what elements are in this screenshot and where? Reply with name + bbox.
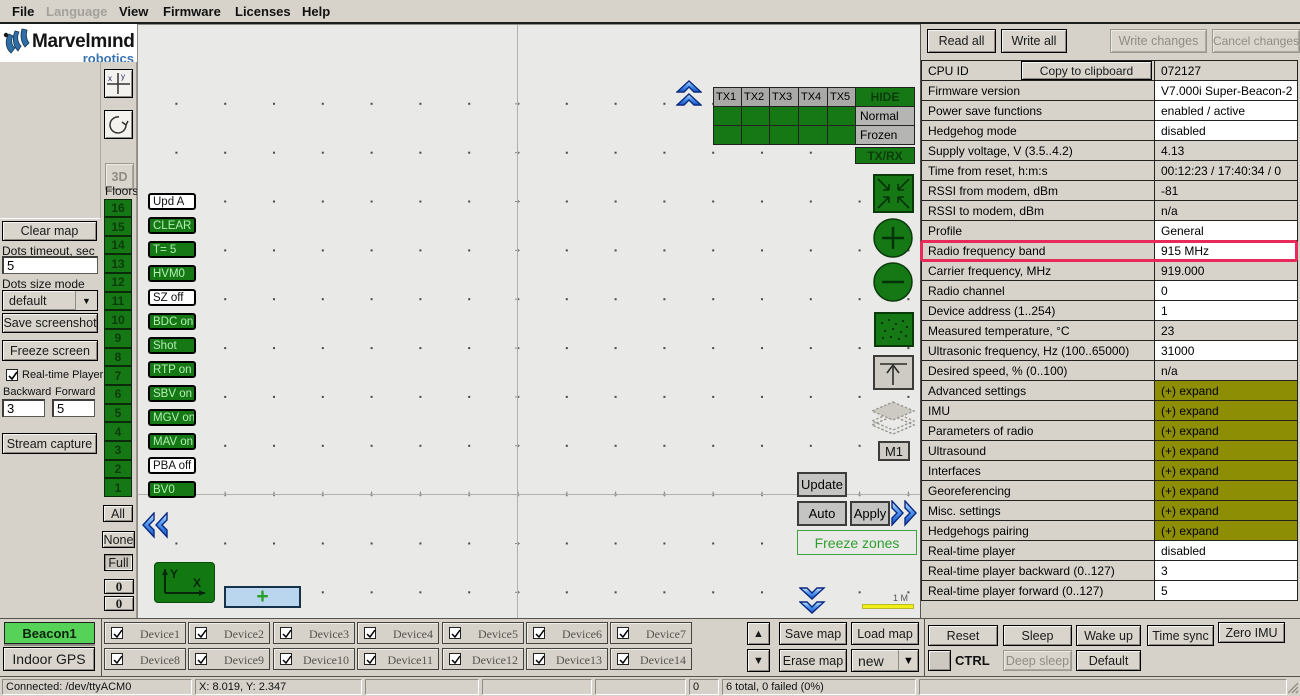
svg-text:x: x	[108, 74, 112, 83]
svg-text:y: y	[121, 72, 125, 81]
svg-text:Y: Y	[170, 567, 178, 581]
svg-text:X: X	[193, 576, 201, 590]
